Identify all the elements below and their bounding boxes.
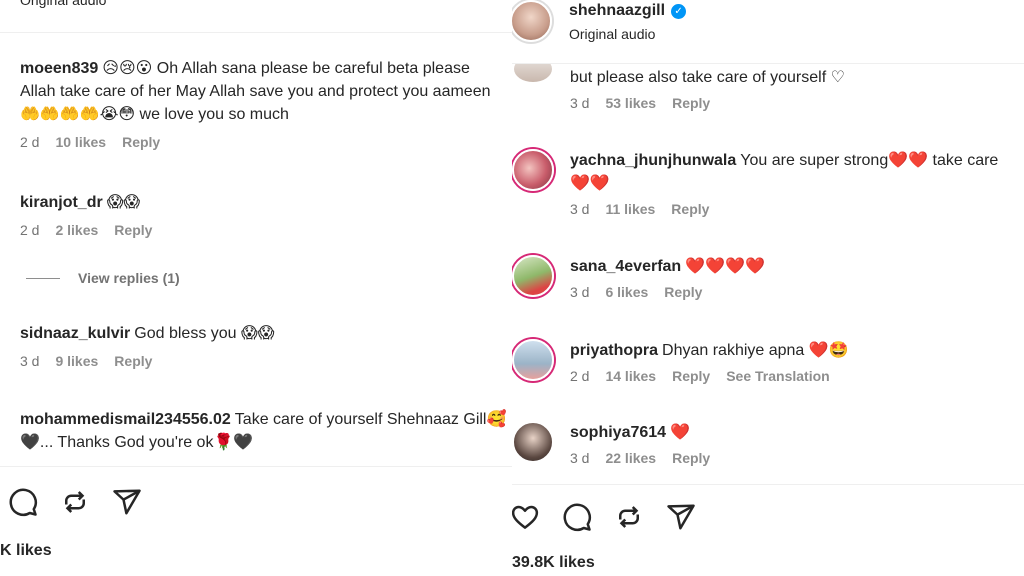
comment-username[interactable]: yachna_jhunjhunwala: [570, 152, 736, 169]
comment-likes[interactable]: 10 likes: [55, 134, 106, 150]
comment-likes[interactable]: 14 likes: [605, 368, 656, 384]
comment-text: God bless you 😱😱: [134, 325, 275, 342]
commenter-avatar[interactable]: [512, 339, 554, 381]
comment-username[interactable]: mohammedismail234556.02: [20, 411, 231, 428]
view-replies-label: View replies (1): [78, 270, 180, 286]
comment-time: 3 d: [20, 353, 40, 369]
comment-likes[interactable]: 6 likes: [605, 284, 648, 300]
likes-count[interactable]: 39.8K likes: [512, 554, 595, 572]
comment-time: 2 d: [570, 368, 590, 384]
comment-icon[interactable]: [562, 502, 592, 532]
reply-button[interactable]: Reply: [672, 450, 710, 466]
comment-time: 3 d: [570, 450, 590, 466]
comment-item: moeen839 😥😢😮 Oh Allah sana please be care…: [20, 57, 508, 150]
comment-content: yachna_jhunjhunwala You are super strong❤…: [570, 149, 1008, 217]
comment-content: sana_4everfan ❤️❤️❤️❤️ 3 d 6 likes Reply: [570, 255, 1008, 300]
commenter-avatar[interactable]: [512, 255, 554, 297]
comment-content: priyathopra Dhyan rakhiye apna ❤️🤩 2 d 14…: [570, 339, 1008, 384]
comment-item: kiranjot_dr 😱😱 2 d 2 likes Reply: [20, 191, 508, 238]
post-header: shehnaazgill ✓ Original audio: [512, 0, 1024, 64]
comment-meta: 3 d 9 likes Reply: [20, 353, 508, 369]
left-screenshot-panel: Original audio moeen839 😥😢😮 Oh Allah sana…: [0, 0, 512, 576]
reply-button[interactable]: Reply: [114, 353, 152, 369]
comment-content: sophiya7614 ❤️ 3 d 22 likes Reply: [570, 421, 1008, 466]
reply-button[interactable]: Reply: [664, 284, 702, 300]
comment-body: sana_4everfan ❤️❤️❤️❤️: [570, 255, 1008, 278]
comment-meta: 2 d 14 likes Reply See Translation: [570, 368, 1008, 384]
actions-divider: [512, 484, 1024, 485]
comment-meta: 3 d 22 likes Reply: [570, 450, 1008, 466]
comment-time: 2 d: [20, 134, 40, 150]
comment-body: mohammedismail234556.02 Take care of your…: [20, 408, 508, 454]
comment-body: yachna_jhunjhunwala You are super strong❤…: [570, 149, 1008, 195]
see-translation-button[interactable]: See Translation: [726, 368, 829, 384]
comment-text: ❤️: [670, 424, 690, 441]
comment-time: 2 d: [20, 222, 40, 238]
comment-meta: 2 d 10 likes Reply: [20, 134, 508, 150]
comment-username[interactable]: sidnaaz_kulvir: [20, 325, 130, 342]
comment-meta: 2 d 2 likes Reply: [20, 222, 508, 238]
comment-time: 3 d: [570, 201, 590, 217]
comment-meta: 3 d 53 likes Reply: [570, 95, 1008, 111]
comment-likes[interactable]: 2 likes: [55, 222, 98, 238]
comment-body: moeen839 😥😢😮 Oh Allah sana please be care…: [20, 57, 508, 126]
comment-text: 😱😱: [106, 194, 141, 211]
share-icon[interactable]: [666, 502, 696, 532]
comment-likes[interactable]: 53 likes: [605, 95, 656, 111]
comment-body: priyathopra Dhyan rakhiye apna ❤️🤩: [570, 339, 1008, 362]
original-audio-label[interactable]: Original audio: [569, 26, 655, 42]
comment-username[interactable]: sophiya7614: [570, 424, 666, 441]
likes-count[interactable]: K likes: [0, 542, 52, 560]
comment-body: sophiya7614 ❤️: [570, 421, 1008, 444]
comment-username[interactable]: kiranjot_dr: [20, 194, 103, 211]
commenter-avatar[interactable]: [512, 149, 554, 191]
heart-icon[interactable]: [512, 502, 540, 532]
comment-meta: 3 d 11 likes Reply: [570, 201, 1008, 217]
reply-button[interactable]: Reply: [672, 95, 710, 111]
comment-icon[interactable]: [8, 487, 38, 517]
comment-username[interactable]: moeen839: [20, 60, 98, 77]
comment-body: sidnaaz_kulvir God bless you 😱😱: [20, 322, 508, 345]
reply-button[interactable]: Reply: [671, 201, 709, 217]
replies-line: [26, 277, 60, 279]
comment-item: mohammedismail234556.02 Take care of your…: [20, 408, 508, 454]
header-divider: [0, 32, 512, 33]
reply-button[interactable]: Reply: [114, 222, 152, 238]
commenter-avatar[interactable]: [512, 421, 554, 463]
comment-text: ❤️❤️❤️❤️: [685, 258, 765, 275]
post-actions: [8, 487, 142, 517]
comment-username[interactable]: sana_4everfan: [570, 258, 681, 275]
right-screenshot-panel: shehnaazgill ✓ Original audio but please…: [512, 0, 1024, 576]
author-handle[interactable]: shehnaazgill ✓: [569, 2, 687, 20]
comment-meta: 3 d 6 likes Reply: [570, 284, 1008, 300]
comment-time: 3 d: [570, 95, 590, 111]
repost-icon[interactable]: [60, 487, 90, 517]
comment-text: but please also take care of yourself ♡: [570, 69, 845, 86]
comment-username[interactable]: priyathopra: [570, 342, 658, 359]
view-replies-button[interactable]: View replies (1): [26, 270, 180, 286]
share-icon[interactable]: [112, 487, 142, 517]
comment-likes[interactable]: 22 likes: [605, 450, 656, 466]
actions-divider: [0, 466, 512, 467]
comment-text: Dhyan rakhiye apna ❤️🤩: [662, 342, 849, 359]
post-actions: [512, 502, 696, 532]
comment-time: 3 d: [570, 284, 590, 300]
verified-badge-icon: ✓: [671, 3, 687, 19]
comment-body: kiranjot_dr 😱😱: [20, 191, 508, 214]
comment-content: but please also take care of yourself ♡ …: [570, 66, 1008, 111]
repost-icon[interactable]: [614, 502, 644, 532]
author-avatar[interactable]: [512, 0, 552, 42]
comment-likes[interactable]: 11 likes: [605, 201, 655, 217]
original-audio-label: Original audio: [20, 0, 107, 8]
reply-button[interactable]: Reply: [122, 134, 160, 150]
author-username[interactable]: shehnaazgill: [569, 2, 665, 20]
comment-item: sidnaaz_kulvir God bless you 😱😱 3 d 9 lik…: [20, 322, 508, 369]
reply-button[interactable]: Reply: [672, 368, 710, 384]
comment-likes[interactable]: 9 likes: [55, 353, 98, 369]
